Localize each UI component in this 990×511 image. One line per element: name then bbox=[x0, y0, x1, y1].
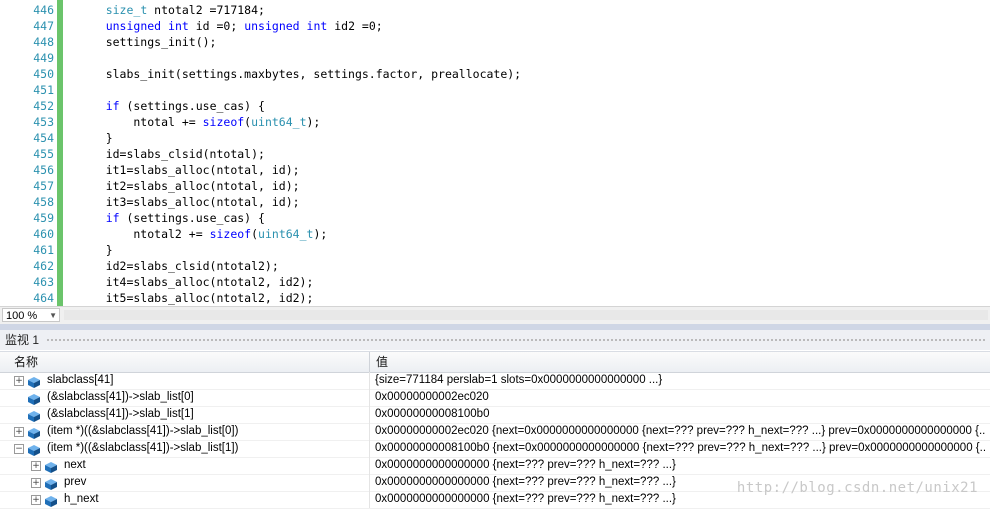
variable-icon bbox=[28, 426, 40, 439]
line-number: 459 bbox=[33, 211, 54, 225]
column-header-value[interactable]: 值 bbox=[376, 355, 388, 369]
watch-row-name[interactable]: h_next bbox=[64, 491, 99, 508]
line-number: 447 bbox=[33, 19, 54, 33]
code-line[interactable]: ntotal += sizeof(uint64_t); bbox=[78, 114, 320, 130]
code-line[interactable]: id=slabs_clsid(ntotal); bbox=[78, 146, 265, 162]
variable-icon bbox=[28, 392, 40, 405]
line-number: 448 bbox=[33, 35, 54, 49]
line-number: 464 bbox=[33, 291, 54, 305]
expand-icon[interactable]: + bbox=[31, 478, 41, 488]
watch-row-value[interactable]: 0x00000000002ec020 {next=0x0000000000000… bbox=[375, 423, 985, 440]
change-tracking-bar bbox=[57, 0, 63, 306]
horizontal-scrollbar[interactable] bbox=[64, 310, 988, 320]
line-number: 449 bbox=[33, 51, 54, 65]
watch-row-value[interactable]: 0x0000000000000000 {next=??? prev=??? h_… bbox=[375, 457, 985, 474]
watch-row-value[interactable]: 0x00000000008100b0 bbox=[375, 406, 985, 423]
code-line[interactable]: ntotal2 += sizeof(uint64_t); bbox=[78, 226, 327, 242]
code-line[interactable]: it1=slabs_alloc(ntotal, id); bbox=[78, 162, 300, 178]
column-line bbox=[369, 457, 370, 474]
column-line bbox=[369, 372, 370, 389]
line-number: 463 bbox=[33, 275, 54, 289]
variable-icon bbox=[45, 460, 57, 473]
code-line[interactable]: it4=slabs_alloc(ntotal2, id2); bbox=[78, 274, 314, 290]
watch-row[interactable]: (&slabclass[41])->slab_list[1] 0x00000000… bbox=[0, 406, 990, 424]
column-header-name[interactable]: 名称 bbox=[14, 355, 38, 369]
line-number: 451 bbox=[33, 83, 54, 97]
expand-icon[interactable]: + bbox=[31, 461, 41, 471]
watch-row-name[interactable]: (&slabclass[41])->slab_list[1] bbox=[47, 406, 194, 423]
expand-icon[interactable]: + bbox=[14, 427, 24, 437]
column-line bbox=[369, 491, 370, 508]
code-line[interactable]: unsigned int id =0; unsigned int id2 =0; bbox=[78, 18, 383, 34]
watch-title-bar[interactable]: 监视 1 bbox=[0, 330, 990, 350]
line-number: 450 bbox=[33, 67, 54, 81]
column-line bbox=[369, 406, 370, 423]
watch-row-name[interactable]: (item *)((&slabclass[41])->slab_list[0]) bbox=[47, 423, 238, 440]
watch-row[interactable]: − (item *)((&slabclass[41])->slab_list[1]… bbox=[0, 440, 990, 458]
watch-column-header: 名称 值 bbox=[0, 351, 990, 373]
editor-status-strip: 100 % ▼ bbox=[0, 306, 990, 324]
line-number: 455 bbox=[33, 147, 54, 161]
watch-row-name[interactable]: prev bbox=[64, 474, 86, 491]
title-grip bbox=[46, 338, 986, 342]
column-line bbox=[369, 474, 370, 491]
watch-row-value[interactable]: 0x00000000002ec020 bbox=[375, 389, 985, 406]
code-line[interactable]: } bbox=[78, 242, 113, 258]
code-line[interactable]: it2=slabs_alloc(ntotal, id); bbox=[78, 178, 300, 194]
watch-row-value[interactable]: {size=771184 perslab=1 slots=0x000000000… bbox=[375, 372, 985, 389]
watch-row-value[interactable]: 0x00000000008100b0 {next=0x0000000000000… bbox=[375, 440, 985, 457]
expand-icon[interactable]: + bbox=[14, 376, 24, 386]
watch-row[interactable]: (&slabclass[41])->slab_list[0] 0x00000000… bbox=[0, 389, 990, 407]
variable-icon bbox=[28, 375, 40, 388]
code-line[interactable]: if (settings.use_cas) { bbox=[78, 210, 265, 226]
collapse-icon[interactable]: − bbox=[14, 444, 24, 454]
watch-row-name[interactable]: next bbox=[64, 457, 86, 474]
variable-icon bbox=[45, 477, 57, 490]
column-line bbox=[369, 389, 370, 406]
line-number: 457 bbox=[33, 179, 54, 193]
column-line bbox=[369, 440, 370, 457]
zoom-value: 100 % bbox=[6, 310, 38, 322]
code-line[interactable]: id2=slabs_clsid(ntotal2); bbox=[78, 258, 279, 274]
code-line[interactable]: } bbox=[78, 130, 113, 146]
code-line[interactable]: if (settings.use_cas) { bbox=[78, 98, 265, 114]
watch-row[interactable]: + slabclass[41] {size=771184 perslab=1 slo… bbox=[0, 372, 990, 390]
code-line[interactable]: it5=slabs_alloc(ntotal2, id2); bbox=[78, 290, 314, 306]
code-line[interactable]: it3=slabs_alloc(ntotal, id); bbox=[78, 194, 300, 210]
chevron-down-icon: ▼ bbox=[49, 311, 57, 320]
line-number-gutter: 446 447 448 449 450 451 452 453 454 455 456 457 458 4… bbox=[0, 0, 58, 306]
line-number: 461 bbox=[33, 243, 54, 257]
watermark: http://blog.csdn.net/unix21 bbox=[736, 480, 978, 496]
line-number: 454 bbox=[33, 131, 54, 145]
line-number: 462 bbox=[33, 259, 54, 273]
code-line[interactable]: slabs_init(settings.maxbytes, settings.f… bbox=[78, 66, 521, 82]
column-divider[interactable] bbox=[369, 352, 370, 372]
watch-row-name[interactable]: (item *)((&slabclass[41])->slab_list[1]) bbox=[47, 440, 238, 457]
watch-panel: 监视 1 名称 值 + slabclass[41] {size=771184 per… bbox=[0, 330, 990, 511]
watch-row[interactable]: + next 0x0000000000000000 {next=??? prev=?… bbox=[0, 457, 990, 475]
line-number: 458 bbox=[33, 195, 54, 209]
line-number: 453 bbox=[33, 115, 54, 129]
line-number: 456 bbox=[33, 163, 54, 177]
watch-row-name[interactable]: slabclass[41] bbox=[47, 372, 113, 389]
line-number: 460 bbox=[33, 227, 54, 241]
variable-icon bbox=[28, 443, 40, 456]
expand-icon[interactable]: + bbox=[31, 495, 41, 505]
variable-icon bbox=[28, 409, 40, 422]
watch-row-name[interactable]: (&slabclass[41])->slab_list[0] bbox=[47, 389, 194, 406]
code-editor[interactable]: 446 447 448 449 450 451 452 453 454 455 456 457 458 4… bbox=[0, 0, 990, 306]
line-number: 446 bbox=[33, 3, 54, 17]
column-line bbox=[369, 423, 370, 440]
watch-title: 监视 1 bbox=[5, 333, 40, 347]
variable-icon bbox=[45, 494, 57, 507]
watch-row[interactable]: + (item *)((&slabclass[41])->slab_list[0]… bbox=[0, 423, 990, 441]
code-line[interactable]: settings_init(); bbox=[78, 34, 217, 50]
code-line[interactable]: size_t ntotal2 =717184; bbox=[78, 2, 265, 18]
line-number: 452 bbox=[33, 99, 54, 113]
zoom-dropdown[interactable]: 100 % ▼ bbox=[2, 308, 60, 322]
